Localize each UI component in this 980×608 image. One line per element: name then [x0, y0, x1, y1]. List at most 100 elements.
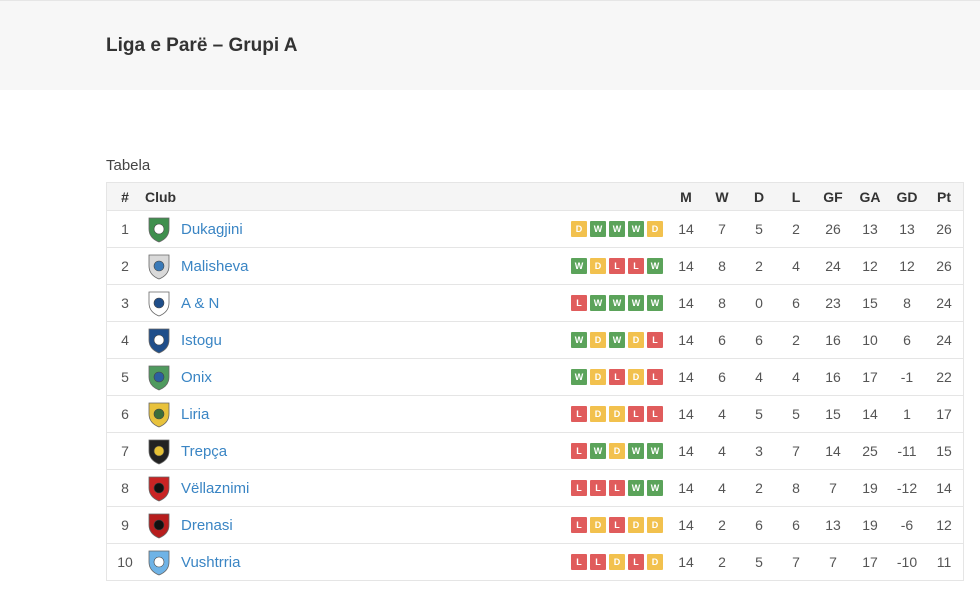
club-name-link[interactable]: Malisheva: [181, 258, 249, 275]
standings-table: # Club M W D L GF GA GD Pt 1 Dukagjini D W W…: [106, 182, 964, 581]
form-result-badge: L: [571, 554, 587, 570]
form-result-badge: D: [628, 332, 644, 348]
stat-d: 3: [755, 443, 763, 459]
stat-d: 4: [755, 369, 763, 385]
form-result-badge: D: [590, 332, 606, 348]
stat-w: 7: [718, 221, 726, 237]
club-cell[interactable]: Istogu: [145, 322, 222, 358]
club-cell[interactable]: Onix: [145, 359, 212, 395]
form-result-badge: D: [628, 517, 644, 533]
club-name-link[interactable]: Drenasi: [181, 517, 233, 534]
form-result-badge: L: [609, 517, 625, 533]
stat-ga: 17: [862, 554, 878, 570]
row-position: 8: [121, 480, 129, 496]
club-name-link[interactable]: A & N: [181, 295, 219, 312]
row-position: 3: [121, 295, 129, 311]
stat-pt: 26: [936, 258, 952, 274]
form-result-badge: W: [628, 443, 644, 459]
table-header-row: # Club M W D L GF GA GD Pt: [107, 183, 963, 210]
stat-gd: 8: [903, 295, 911, 311]
stat-ga: 19: [862, 517, 878, 533]
stat-gd: -6: [900, 517, 914, 533]
stat-pt: 22: [936, 369, 952, 385]
row-position: 4: [121, 332, 129, 348]
form-result-badge: L: [647, 406, 663, 422]
club-logo-icon[interactable]: [145, 363, 173, 391]
form-indicator: LWDWW: [571, 433, 663, 469]
stat-l: 2: [792, 332, 800, 348]
stat-ga: 19: [862, 480, 878, 496]
club-logo-icon[interactable]: [145, 252, 173, 280]
club-name-link[interactable]: Istogu: [181, 332, 222, 349]
form-result-badge: D: [628, 369, 644, 385]
table-row: 1 Dukagjini D W W W D 14 7 5 2 26 13 13 26: [107, 210, 963, 247]
form-result-badge: W: [571, 369, 587, 385]
stat-ga: 12: [862, 258, 878, 274]
stat-d: 2: [755, 258, 763, 274]
form-result-badge: W: [609, 295, 625, 311]
form-result-badge: L: [647, 369, 663, 385]
stat-ga: 10: [862, 332, 878, 348]
form-result-badge: W: [590, 221, 606, 237]
club-logo-icon[interactable]: [145, 437, 173, 465]
club-logo-icon[interactable]: [145, 400, 173, 428]
form-result-badge: W: [628, 480, 644, 496]
club-logo-icon[interactable]: [145, 326, 173, 354]
stat-ga: 25: [862, 443, 878, 459]
club-logo-icon[interactable]: [145, 511, 173, 539]
club-logo-icon[interactable]: [145, 474, 173, 502]
form-result-badge: W: [609, 332, 625, 348]
form-result-badge: L: [571, 480, 587, 496]
form-indicator: LWWWW: [571, 285, 663, 321]
club-logo-icon[interactable]: [145, 289, 173, 317]
club-cell[interactable]: Malisheva: [145, 248, 249, 284]
form-indicator: WDLLW: [571, 248, 663, 284]
club-name-link[interactable]: Vushtrria: [181, 554, 240, 571]
form-indicator: LLDLD: [571, 544, 663, 580]
stat-m: 14: [678, 406, 694, 422]
form-result-badge: L: [590, 480, 606, 496]
club-name-link[interactable]: Dukagjini: [181, 221, 243, 238]
col-w-header: W: [715, 188, 729, 205]
col-gf-header: GF: [823, 188, 843, 205]
table-caption: Tabela: [106, 157, 151, 174]
club-name-link[interactable]: Onix: [181, 369, 212, 386]
page-title: Liga e Parë – Grupi A: [106, 35, 298, 56]
club-cell[interactable]: Dukagjini: [145, 211, 243, 247]
club-cell[interactable]: A & N: [145, 285, 219, 321]
form-result-badge: W: [647, 295, 663, 311]
club-cell[interactable]: Liria: [145, 396, 209, 432]
table-row: 8 Vëllaznimi L L L W W 14 4 2 8 7 19 -12 14: [107, 469, 963, 506]
club-cell[interactable]: Vushtrria: [145, 544, 240, 580]
club-logo-icon[interactable]: [145, 215, 173, 243]
form-indicator: LDLDD: [571, 507, 663, 543]
stat-w: 8: [718, 258, 726, 274]
stat-m: 14: [678, 295, 694, 311]
form-indicator: LDDLL: [571, 396, 663, 432]
club-name-link[interactable]: Liria: [181, 406, 209, 423]
table-row: 10 Vushtrria L L D L D 14 2 5 7 7 17 -10 11: [107, 543, 963, 580]
club-cell[interactable]: Vëllaznimi: [145, 470, 249, 506]
stat-l: 2: [792, 221, 800, 237]
table-row: 7 Trepça L W D W W 14 4 3 7 14 25 -11 15: [107, 432, 963, 469]
club-cell[interactable]: Drenasi: [145, 507, 233, 543]
stat-m: 14: [678, 480, 694, 496]
form-result-badge: D: [571, 221, 587, 237]
stat-d: 5: [755, 406, 763, 422]
stat-ga: 13: [862, 221, 878, 237]
col-gd-header: GD: [896, 188, 918, 205]
stat-gd: -1: [900, 369, 914, 385]
form-result-badge: W: [571, 258, 587, 274]
club-name-link[interactable]: Trepça: [181, 443, 227, 460]
club-cell[interactable]: Trepça: [145, 433, 227, 469]
form-result-badge: L: [647, 332, 663, 348]
col-d-header: D: [753, 188, 765, 205]
stat-gf: 23: [825, 295, 841, 311]
club-name-link[interactable]: Vëllaznimi: [181, 480, 249, 497]
form-result-badge: W: [571, 332, 587, 348]
stat-w: 6: [718, 332, 726, 348]
club-logo-icon[interactable]: [145, 548, 173, 576]
stat-pt: 24: [936, 332, 952, 348]
form-result-badge: L: [609, 480, 625, 496]
stat-gd: 6: [903, 332, 911, 348]
